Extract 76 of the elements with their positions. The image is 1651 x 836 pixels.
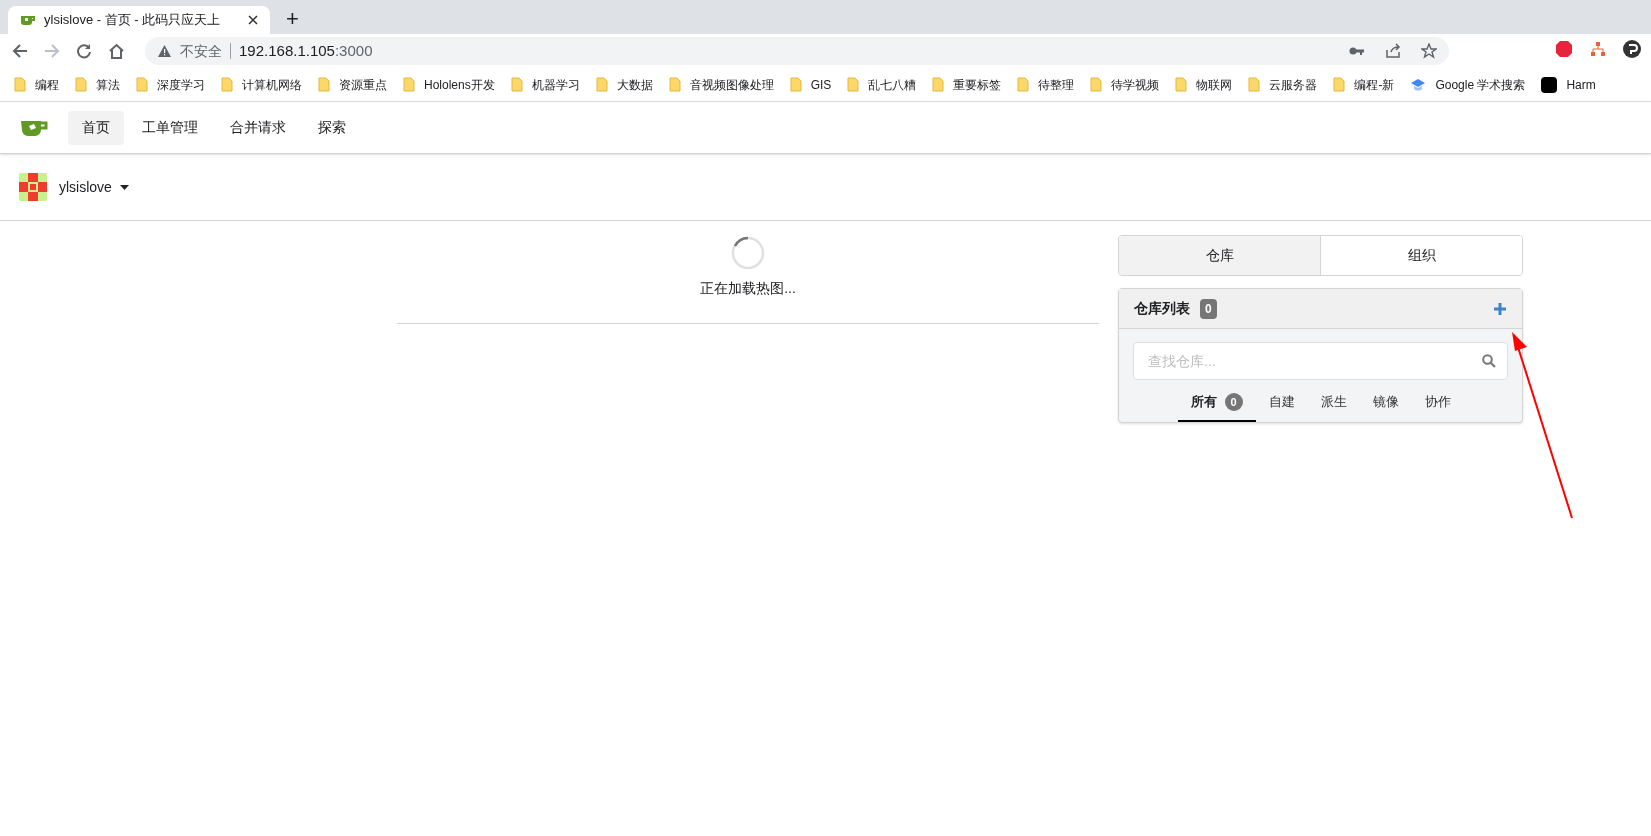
bookmark[interactable]: 云服务器 bbox=[1248, 75, 1318, 94]
bookmark[interactable]: 深度学习 bbox=[136, 75, 205, 94]
bookmark[interactable]: 大数据 bbox=[595, 75, 653, 94]
network-icon[interactable] bbox=[1591, 42, 1605, 56]
bookmark[interactable]: 重要标签 bbox=[932, 75, 1002, 94]
star-icon[interactable] bbox=[1421, 43, 1437, 59]
teacup-icon bbox=[20, 14, 36, 26]
key-icon[interactable] bbox=[1349, 46, 1365, 56]
bookmark[interactable]: 资源重点 bbox=[318, 75, 387, 94]
warning-icon bbox=[157, 44, 172, 58]
url-text: 192.168.1.105:3000 bbox=[239, 40, 373, 61]
close-icon[interactable] bbox=[248, 15, 258, 25]
bookmark[interactable]: 音视频图像处理 bbox=[668, 75, 774, 94]
loading-text: 正在加载热图... bbox=[700, 279, 796, 298]
bookmark[interactable]: 编程 bbox=[14, 75, 59, 94]
folder-icon bbox=[789, 77, 802, 92]
folder-icon bbox=[136, 77, 148, 92]
bookmark[interactable]: Harm bbox=[1541, 75, 1596, 94]
address-field[interactable]: 不安全 192.168.1.105:3000 bbox=[145, 37, 1449, 65]
caret-icon bbox=[119, 184, 129, 190]
count-badge: 0 bbox=[1224, 393, 1243, 411]
plus-icon[interactable] bbox=[1493, 301, 1507, 316]
folder-icon bbox=[668, 77, 681, 92]
filter-tab[interactable]: 派生 bbox=[1307, 384, 1360, 422]
folder-icon bbox=[75, 77, 87, 92]
nav-link[interactable]: 合并请求 bbox=[216, 110, 300, 145]
tab-title: ylsislove - 首页 - 此码只应天上 bbox=[44, 11, 222, 30]
folder-icon bbox=[1090, 77, 1103, 92]
bookmark[interactable]: 机器学习 bbox=[510, 75, 580, 94]
browser-tab[interactable]: ylsislove - 首页 - 此码只应天上 bbox=[8, 6, 270, 34]
folder-icon bbox=[1017, 77, 1030, 92]
switch-tab[interactable]: 仓库 bbox=[1119, 236, 1320, 275]
folder-icon bbox=[510, 77, 523, 92]
count-badge: 0 bbox=[1200, 298, 1217, 319]
bookmark[interactable]: 算法 bbox=[75, 75, 120, 94]
folder-icon bbox=[1175, 77, 1188, 92]
folder-icon bbox=[221, 77, 233, 92]
filter-tab[interactable]: 镜像 bbox=[1359, 384, 1412, 422]
filter-tab[interactable]: 自建 bbox=[1255, 384, 1308, 422]
bookmark[interactable]: 编程-新 bbox=[1333, 75, 1395, 94]
filter-tab[interactable]: 协作 bbox=[1411, 384, 1464, 422]
folder-icon bbox=[595, 77, 608, 92]
bookmark[interactable]: 待学视频 bbox=[1090, 75, 1160, 94]
bookmark[interactable]: GIS bbox=[789, 75, 832, 94]
home-icon[interactable] bbox=[108, 43, 125, 59]
username-dropdown[interactable]: ylsislove bbox=[59, 176, 129, 198]
share-icon[interactable] bbox=[1385, 43, 1401, 59]
nav-link[interactable]: 探索 bbox=[304, 110, 360, 145]
nav-link[interactable]: 首页 bbox=[68, 110, 124, 145]
bookmark[interactable]: 计算机网络 bbox=[221, 75, 302, 94]
bookmark[interactable]: 乱七八糟 bbox=[847, 75, 917, 94]
security-label: 不安全 bbox=[180, 41, 222, 61]
avatar-pattern-icon[interactable] bbox=[19, 173, 47, 201]
folder-icon bbox=[1248, 77, 1261, 92]
bookmark[interactable]: Hololens开发 bbox=[403, 75, 495, 94]
filter-tab[interactable]: 所有 0 bbox=[1177, 384, 1256, 422]
panel-title: 仓库列表 bbox=[1134, 299, 1190, 318]
new-tab-button[interactable]: + bbox=[282, 8, 303, 30]
reload-icon[interactable] bbox=[76, 43, 92, 59]
profile-icon[interactable] bbox=[1623, 40, 1641, 58]
folder-icon bbox=[932, 77, 945, 92]
folder-icon bbox=[318, 77, 330, 92]
bookmark[interactable]: Google 学术搜索 bbox=[1410, 75, 1526, 94]
folder-icon bbox=[14, 77, 26, 92]
search-icon bbox=[1482, 354, 1496, 368]
nav-link[interactable]: 工单管理 bbox=[128, 110, 212, 145]
folder-icon bbox=[847, 77, 860, 92]
loading-spinner-icon bbox=[731, 236, 765, 270]
folder-icon bbox=[403, 77, 415, 92]
switch-tab[interactable]: 组织 bbox=[1320, 236, 1522, 275]
bookmark[interactable]: 待整理 bbox=[1017, 75, 1075, 94]
search-field[interactable]: 查找仓库... bbox=[1133, 342, 1508, 380]
graduation-cap-icon bbox=[1410, 77, 1427, 92]
folder-icon bbox=[1333, 77, 1346, 92]
bookmark[interactable]: 物联网 bbox=[1175, 75, 1233, 94]
back-icon[interactable] bbox=[12, 43, 28, 59]
